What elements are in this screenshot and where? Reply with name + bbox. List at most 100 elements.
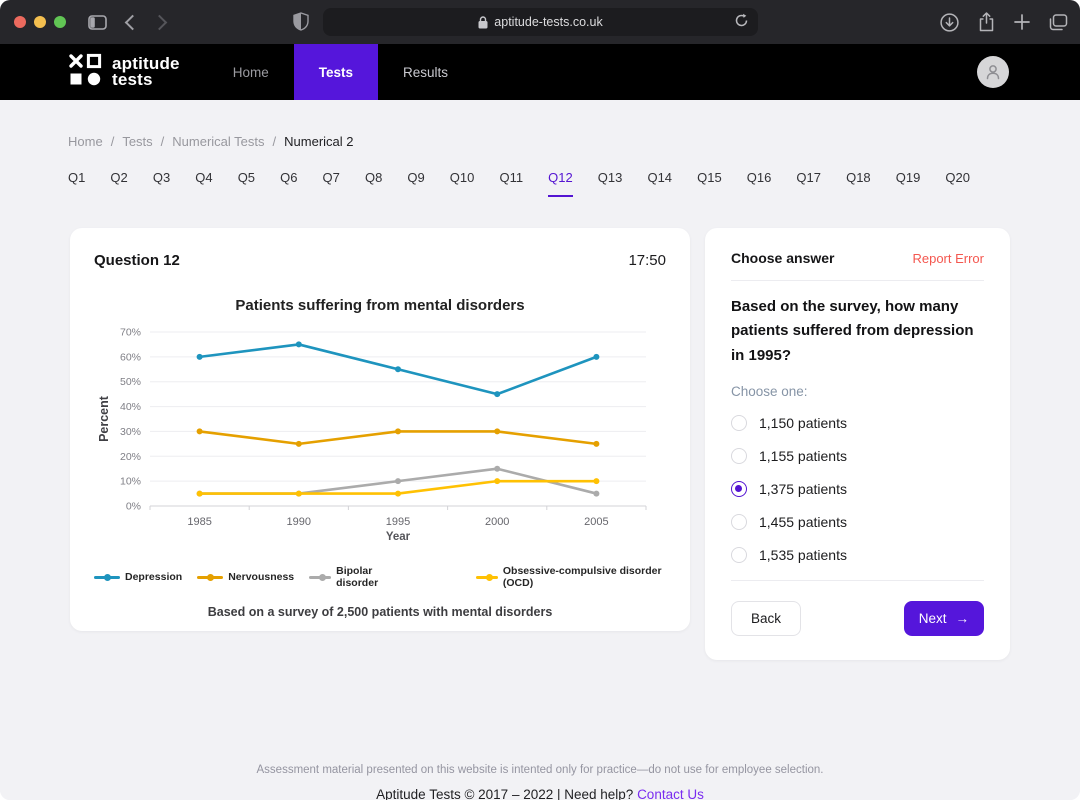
option-label: 1,455 patients: [759, 514, 847, 530]
answer-option-3[interactable]: 1,375 patients: [731, 481, 984, 497]
tab-q1[interactable]: Q1: [68, 170, 85, 197]
tab-q12[interactable]: Q12: [548, 170, 573, 197]
svg-text:50%: 50%: [120, 376, 141, 388]
tab-q15[interactable]: Q15: [697, 170, 722, 197]
tab-q11[interactable]: Q11: [499, 170, 523, 197]
breadcrumb-item-tests[interactable]: Tests: [122, 134, 152, 149]
option-label: 1,150 patients: [759, 415, 847, 431]
breadcrumb-item-numerical-tests[interactable]: Numerical Tests: [172, 134, 264, 149]
back-button[interactable]: Back: [731, 601, 801, 636]
tab-q5[interactable]: Q5: [238, 170, 255, 197]
timer: 17:50: [628, 252, 666, 269]
choose-one-label: Choose one:: [731, 384, 984, 399]
copyright-text: Aptitude Tests © 2017 – 2022 | Need help…: [376, 787, 633, 800]
radio-unselected[interactable]: [731, 415, 747, 431]
svg-text:Percent: Percent: [97, 395, 111, 442]
answer-option-5[interactable]: 1,535 patients: [731, 547, 984, 563]
answer-option-1[interactable]: 1,150 patients: [731, 415, 984, 431]
legend-swatch: [94, 576, 120, 579]
site-logo[interactable]: aptitude tests: [68, 53, 180, 92]
next-button-label: Next: [919, 611, 947, 626]
legend-swatch: [309, 576, 331, 579]
downloads-icon[interactable]: [940, 13, 959, 32]
tab-q6[interactable]: Q6: [280, 170, 297, 197]
new-tab-icon[interactable]: [1014, 14, 1030, 30]
tab-q13[interactable]: Q13: [598, 170, 623, 197]
address-bar[interactable]: aptitude-tests.co.uk: [323, 8, 758, 36]
legend-item: Nervousness: [197, 571, 294, 583]
zoom-window-button[interactable]: [54, 16, 66, 28]
avatar[interactable]: [977, 56, 1009, 88]
legend-swatch: [476, 576, 498, 579]
answer-option-4[interactable]: 1,455 patients: [731, 514, 984, 530]
tab-q4[interactable]: Q4: [195, 170, 212, 197]
tab-q9[interactable]: Q9: [407, 170, 424, 197]
radio-unselected[interactable]: [731, 547, 747, 563]
svg-text:70%: 70%: [120, 327, 141, 339]
breadcrumb-separator: /: [111, 134, 115, 149]
report-error-link[interactable]: Report Error: [912, 251, 984, 266]
line-chart: 0%10%20%30%40%50%60%70%19851990199520002…: [94, 320, 666, 563]
option-label: 1,535 patients: [759, 547, 847, 563]
tab-q7[interactable]: Q7: [323, 170, 340, 197]
svg-text:60%: 60%: [120, 351, 141, 363]
logo-icon: [68, 53, 102, 92]
nav-item-tests[interactable]: Tests: [294, 44, 378, 100]
tab-q3[interactable]: Q3: [153, 170, 170, 197]
breadcrumb-separator: /: [161, 134, 165, 149]
page-content: Home/Tests/Numerical Tests/Numerical 2 Q…: [0, 134, 1080, 800]
sidebar-toggle-icon[interactable]: [88, 15, 107, 30]
forward-icon[interactable]: [154, 17, 165, 28]
tab-q10[interactable]: Q10: [450, 170, 475, 197]
breadcrumb-item-home[interactable]: Home: [68, 134, 103, 149]
svg-text:2000: 2000: [485, 516, 509, 528]
tab-q8[interactable]: Q8: [365, 170, 382, 197]
breadcrumb: Home/Tests/Numerical Tests/Numerical 2: [68, 134, 1080, 149]
reload-icon[interactable]: [734, 13, 749, 28]
browser-window: aptitude-tests.co.uk: [0, 0, 1080, 800]
radio-selected[interactable]: [731, 481, 747, 497]
contact-us-link[interactable]: Contact Us: [637, 787, 704, 800]
next-button[interactable]: Next →: [904, 601, 984, 636]
disclaimer-text: Assessment material presented on this we…: [0, 764, 1080, 776]
nav-item-results[interactable]: Results: [378, 44, 473, 100]
legend-label: Depression: [125, 571, 182, 583]
logo-text-line2: tests: [112, 72, 180, 88]
tab-q2[interactable]: Q2: [110, 170, 127, 197]
svg-text:40%: 40%: [120, 401, 141, 413]
legend-item: Depression: [94, 571, 182, 583]
radio-unselected[interactable]: [731, 448, 747, 464]
legend-label: Bipolar disorder: [336, 565, 405, 589]
nav-item-home[interactable]: Home: [208, 44, 294, 100]
breadcrumb-item-numerical-2: Numerical 2: [284, 134, 353, 149]
minimize-window-button[interactable]: [34, 16, 46, 28]
answer-panel: Choose answer Report Error Based on the …: [705, 228, 1010, 660]
lock-icon: [478, 16, 488, 29]
answer-option-2[interactable]: 1,155 patients: [731, 448, 984, 464]
svg-text:0%: 0%: [126, 501, 141, 513]
close-window-button[interactable]: [14, 16, 26, 28]
svg-text:20%: 20%: [120, 451, 141, 463]
tab-q18[interactable]: Q18: [846, 170, 871, 197]
radio-unselected[interactable]: [731, 514, 747, 530]
site-header: aptitude tests HomeTestsResults: [0, 44, 1080, 100]
tab-q16[interactable]: Q16: [747, 170, 772, 197]
question-card: Question 12 17:50 Patients suffering fro…: [70, 228, 690, 631]
url-text: aptitude-tests.co.uk: [494, 15, 602, 29]
back-icon[interactable]: [127, 17, 138, 28]
main-nav: HomeTestsResults: [208, 44, 473, 100]
tab-q14[interactable]: Q14: [647, 170, 672, 197]
tab-q19[interactable]: Q19: [896, 170, 921, 197]
svg-text:2005: 2005: [584, 516, 608, 528]
legend-label: Nervousness: [228, 571, 294, 583]
option-label: 1,155 patients: [759, 448, 847, 464]
svg-text:Year: Year: [386, 531, 411, 543]
privacy-shield-icon[interactable]: [293, 12, 309, 31]
tab-q20[interactable]: Q20: [945, 170, 970, 197]
tab-q17[interactable]: Q17: [796, 170, 821, 197]
svg-text:30%: 30%: [120, 426, 141, 438]
svg-text:1995: 1995: [386, 516, 410, 528]
tab-overview-icon[interactable]: [1049, 14, 1068, 31]
answer-panel-title: Choose answer: [731, 250, 834, 266]
share-icon[interactable]: [978, 12, 995, 32]
